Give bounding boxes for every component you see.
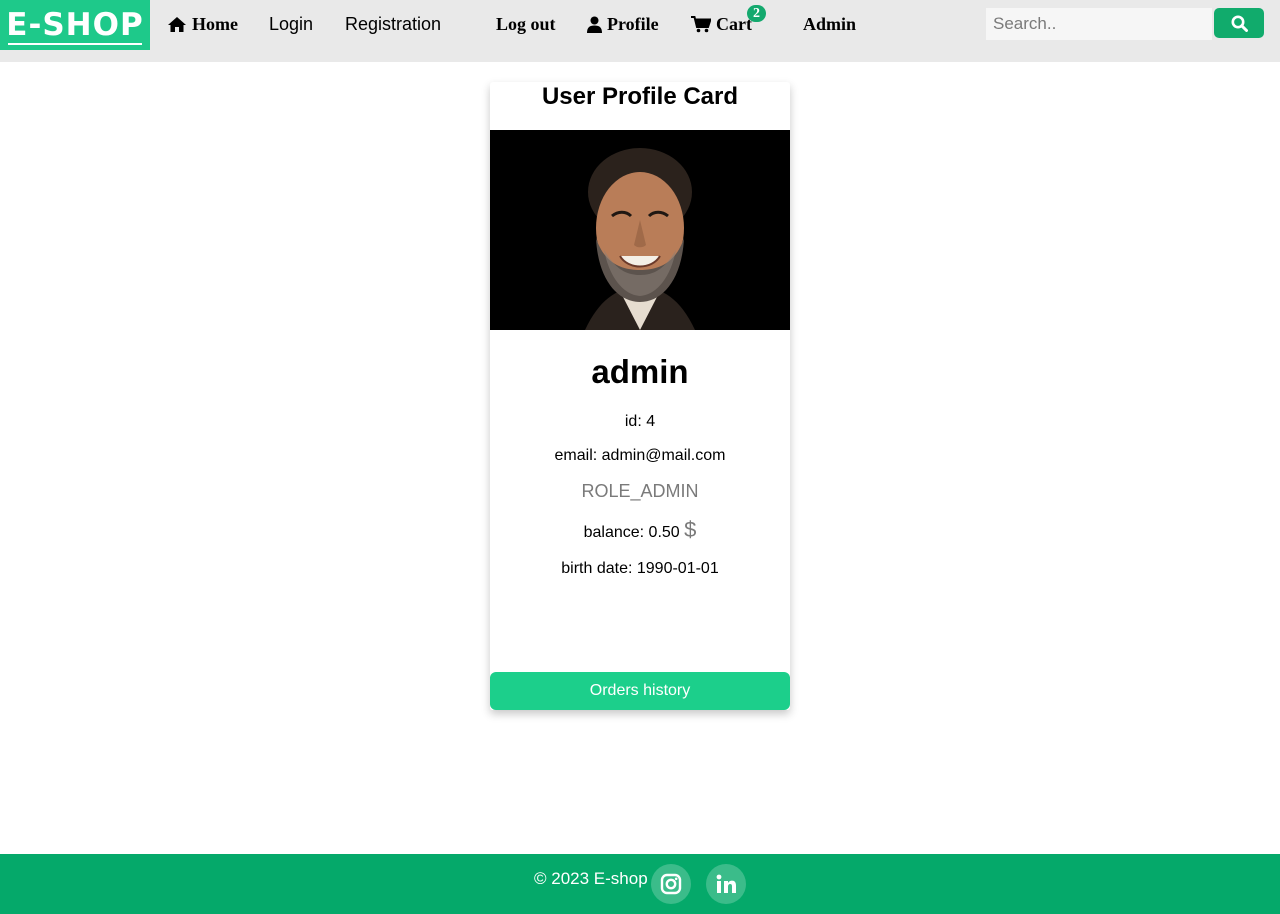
nav-home[interactable]: Home	[167, 12, 238, 36]
user-profile-card: User Profile Card admin id: 4 email: adm…	[490, 82, 790, 710]
nav-admin-label: Admin	[803, 13, 857, 34]
instagram-icon	[660, 873, 682, 895]
user-balance: balance: 0.50 $	[490, 517, 790, 543]
nav-cart[interactable]: Cart	[691, 12, 752, 36]
navbar: E-SHOP Home Login Registration Log out P…	[0, 0, 1280, 62]
instagram-link[interactable]	[651, 864, 691, 904]
profile-photo	[490, 130, 790, 330]
nav-login-label: Login	[269, 13, 314, 34]
currency-symbol: $	[684, 517, 697, 542]
card-title: User Profile Card	[541, 83, 739, 110]
copyright: © 2023 E-shop	[534, 869, 648, 888]
balance-text: balance: 0.50	[583, 524, 685, 541]
nav-registration[interactable]: Registration	[345, 12, 441, 36]
linkedin-link[interactable]	[706, 864, 746, 904]
search-button[interactable]	[1214, 8, 1264, 38]
nav-admin[interactable]: Admin	[803, 12, 856, 36]
user-id: id: 4	[624, 413, 656, 430]
logo-underline	[8, 43, 142, 45]
footer: © 2023 E-shop	[0, 854, 1280, 914]
user-icon	[587, 16, 602, 33]
nav-cart-label: Cart	[716, 13, 752, 34]
search-icon	[1231, 15, 1248, 32]
nav-profile-label: Profile	[607, 13, 659, 34]
linkedin-icon	[715, 873, 737, 895]
logo-text: E-SHOP	[6, 6, 144, 43]
nav-registration-label: Registration	[345, 13, 442, 34]
home-icon	[167, 16, 187, 33]
username: admin	[591, 353, 689, 390]
nav-login[interactable]: Login	[269, 12, 313, 36]
nav-home-label: Home	[192, 13, 238, 34]
orders-history-button[interactable]: Orders history	[490, 672, 790, 710]
cart-count-badge: 2	[747, 5, 766, 22]
search-input[interactable]	[986, 8, 1212, 40]
cart-icon	[691, 15, 712, 33]
logo[interactable]: E-SHOP	[0, 0, 150, 50]
user-email: email: admin@mail.com	[554, 447, 726, 464]
user-role: ROLE_ADMIN	[581, 481, 699, 501]
nav-logout[interactable]: Log out	[496, 12, 556, 36]
nav-profile[interactable]: Profile	[587, 12, 659, 36]
nav-logout-label: Log out	[496, 13, 556, 34]
user-birth-date: birth date: 1990-01-01	[561, 560, 719, 577]
